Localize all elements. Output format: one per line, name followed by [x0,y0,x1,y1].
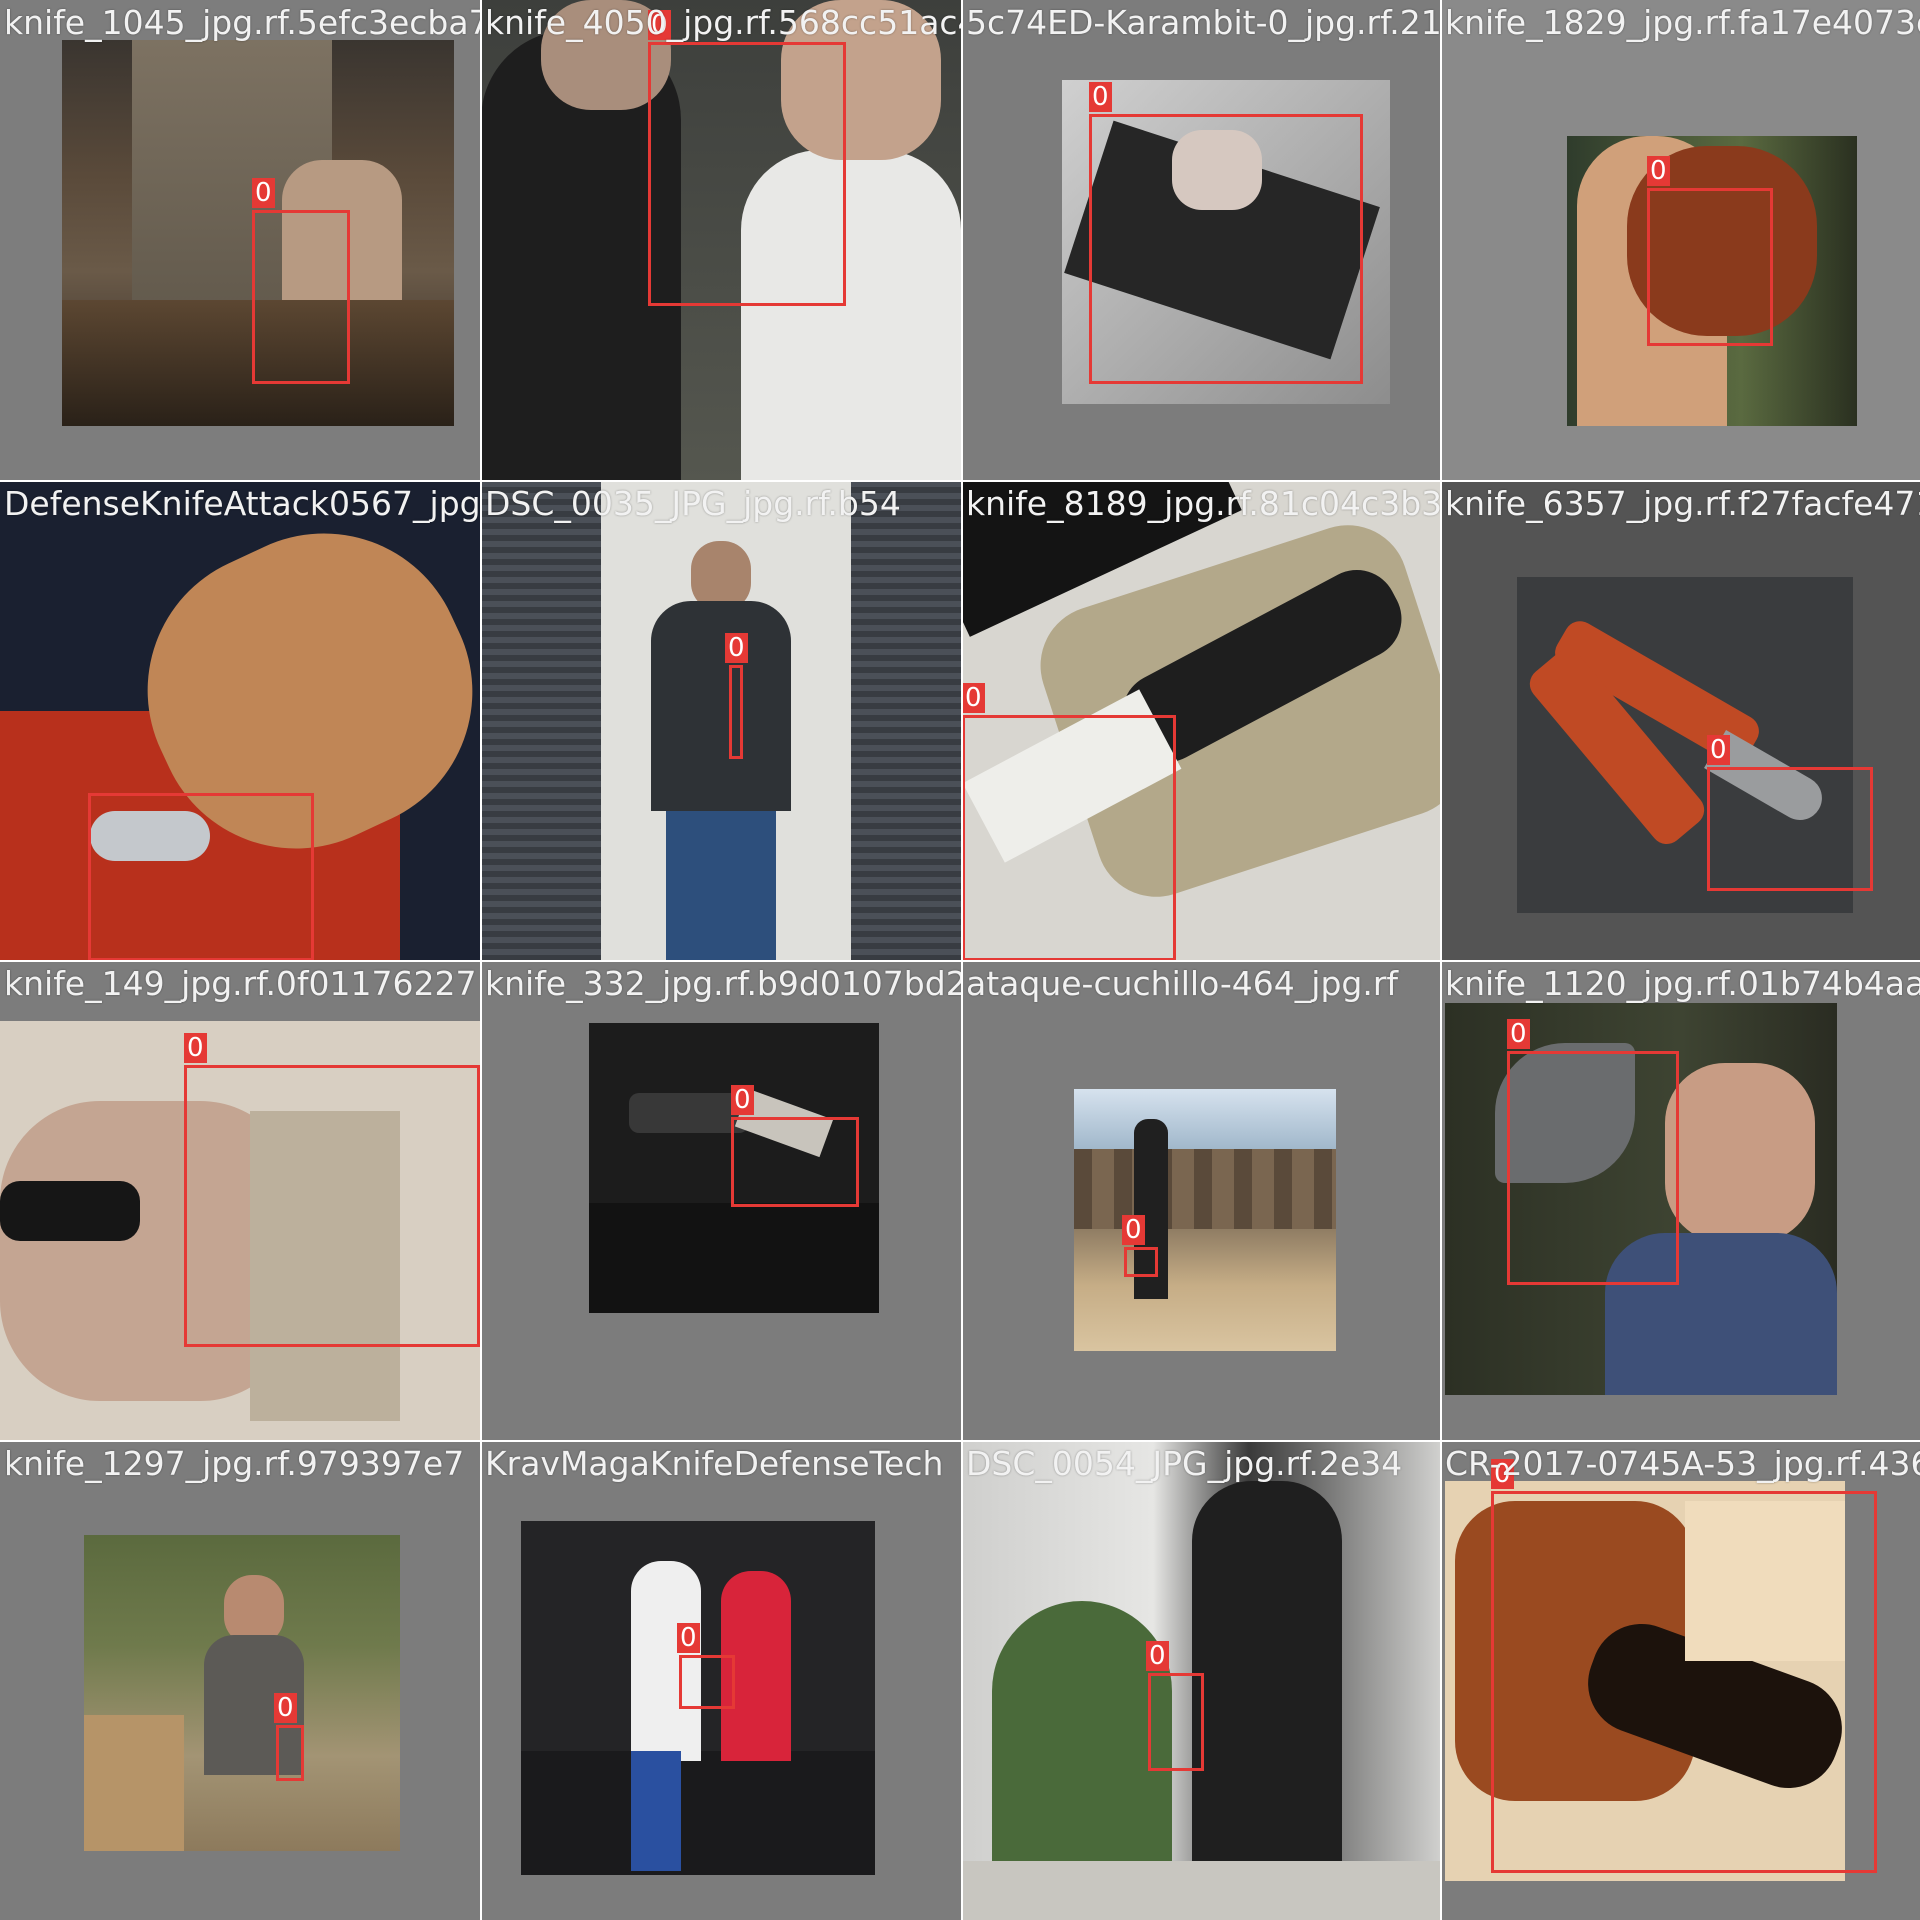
detection-box [1089,114,1363,384]
tile-14: 0 KravMagaKnifeDefenseTech [481,1441,961,1920]
grid-divider [0,1440,1920,1442]
tile-filename: knife_6357_jpg.rf.f27facfe471 [1445,484,1920,523]
tile-2: 0 knife_4050_jpg.rf.568cc51ac45c7485DF28… [481,0,961,480]
tile-8: 0 knife_6357_jpg.rf.f27facfe471 [1441,481,1920,960]
tile-6: 0 DSC_0035_JPG_jpg.rf.b54 [481,481,961,960]
detection-box [252,210,350,384]
detection-box [962,715,1176,960]
detection-box [648,42,846,306]
tile-11: 0 ataque-cuchillo-464_jpg.rf [962,961,1440,1440]
mosaic-grid: 0 knife_1045_jpg.rf.5efc3ecba7f5546020fd… [0,0,1920,1920]
detection-label: 0 [962,683,985,713]
tile-filename: knife_8189_jpg.rf.81c04c3b3 [966,484,1440,523]
detection-label: 0 [184,1033,207,1063]
tile-13: 0 knife_1297_jpg.rf.979397e7 [0,1441,480,1920]
detection-label: 0 [731,1085,754,1115]
detection-box [1707,767,1873,891]
tile-filename: knife_1297_jpg.rf.979397e7 [4,1444,465,1483]
detection-label: 0 [1707,735,1730,765]
tile-filename: knife_1045_jpg.rf.5efc3ecba7f5546020fd6c [4,3,480,42]
tile-filename: knife_1829_jpg.rf.fa17e4073e1 [1445,3,1920,42]
tile-filename: DSC_0035_JPG_jpg.rf.b54 [485,484,901,523]
detection-label: 0 [1507,1019,1530,1049]
detection-label: 0 [1146,1641,1169,1671]
detection-box [276,1725,304,1781]
detection-label: 0 [1647,156,1670,186]
tile-16: 0 CR-2017-0745A-53_jpg.rf.436 [1441,1441,1920,1920]
detection-box [729,665,743,759]
grid-divider [0,960,1920,962]
tile-filename: CR-2017-0745A-53_jpg.rf.436 [1445,1444,1920,1483]
tile-15: 0 DSC_0054_JPG_jpg.rf.2e34 [962,1441,1440,1920]
detection-box [184,1065,480,1347]
grid-divider [0,480,1920,482]
detection-label: 0 [252,178,275,208]
tile-filename: 5c74ED-Karambit-0_jpg.rf.217c1b02418291f… [966,3,1440,42]
detection-label: 0 [1089,82,1112,112]
tile-photo [84,1535,400,1851]
detection-box [731,1117,859,1207]
tile-filename: knife_149_jpg.rf.0f01176227 [4,964,477,1003]
tile-7: 0 knife_8189_jpg.rf.81c04c3b3 [962,481,1440,960]
detection-box [1507,1051,1679,1285]
detection-box [679,1655,735,1709]
tile-1: 0 knife_1045_jpg.rf.5efc3ecba7f5546020fd… [0,0,480,480]
tile-4: 0 knife_1829_jpg.rf.fa17e4073e1 [1441,0,1920,480]
detection-box [1148,1673,1204,1771]
tile-5: DefenseKnifeAttack0567_jpg [0,481,480,960]
tile-filename: DefenseKnifeAttack0567_jpg [4,484,480,523]
tile-photo [1074,1089,1336,1351]
detection-box [1647,188,1773,346]
detection-label: 0 [274,1693,297,1723]
tile-filename: DSC_0054_JPG_jpg.rf.2e34 [966,1444,1403,1483]
tile-filename: knife_4050_jpg.rf.568cc51ac45c7485DF28a6… [485,3,961,42]
detection-label: 0 [1122,1215,1145,1245]
detection-label: 0 [725,633,748,663]
tile-10: 0 knife_332_jpg.rf.b9d0107bd2 [481,961,961,1440]
tile-filename: KravMagaKnifeDefenseTech [485,1444,944,1483]
detection-box [1124,1247,1158,1277]
tile-9: 0 knife_149_jpg.rf.0f01176227 [0,961,480,1440]
tile-photo [481,481,961,960]
detection-box [1491,1491,1877,1873]
detection-box [88,793,314,960]
tile-12: 0 knife_1120_jpg.rf.01b74b4aa [1441,961,1920,1440]
tile-filename: ataque-cuchillo-464_jpg.rf [966,964,1399,1003]
detection-label: 0 [677,1623,700,1653]
tile-filename: knife_1120_jpg.rf.01b74b4aa [1445,964,1920,1003]
tile-filename: knife_332_jpg.rf.b9d0107bd2 [485,964,961,1003]
tile-3: 0 5c74ED-Karambit-0_jpg.rf.217c1b0241829… [962,0,1440,480]
